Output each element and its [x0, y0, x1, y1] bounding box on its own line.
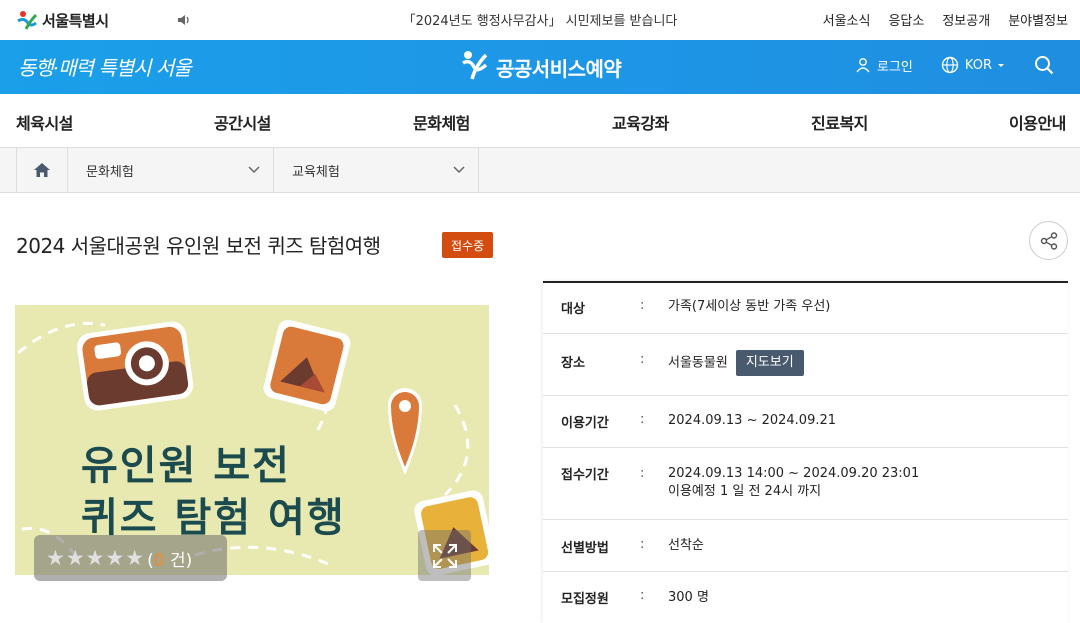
- info-value: 2024.09.13 14:00 ~ 2024.09.20 23:01 이용예정…: [668, 465, 919, 501]
- share-button[interactable]: [1029, 221, 1068, 260]
- view-map-button[interactable]: 지도보기: [735, 350, 804, 376]
- info-colon: :: [640, 588, 645, 603]
- util-link-info-disclosure[interactable]: 정보공개: [942, 10, 990, 29]
- expand-icon: [432, 543, 457, 568]
- application-period: 2024.09.13 14:00 ~ 2024.09.20 23:01: [668, 466, 920, 481]
- info-value: 2024.09.13 ~ 2024.09.21: [668, 413, 837, 428]
- search-icon: [1035, 56, 1054, 75]
- globe-icon: [941, 56, 959, 74]
- status-badge: 접수중: [442, 232, 494, 258]
- service-title: 공공서비스예약: [496, 56, 622, 81]
- utility-links: 서울소식 응답소 정보공개 분야별정보: [823, 10, 1068, 29]
- rating-count: (0 건): [147, 546, 192, 571]
- info-row-target: 대상 : 가족(7세이상 동반 가족 우선): [543, 283, 1068, 334]
- info-colon: :: [640, 298, 645, 313]
- info-row-location: 장소 : 서울동물원 지도보기: [543, 334, 1068, 396]
- util-link-response[interactable]: 응답소: [888, 10, 924, 29]
- site-header: 동행·매력 특별시 서울 공공서비스예약 로그인 KOR: [0, 40, 1080, 94]
- info-colon: :: [640, 352, 645, 367]
- nav-medical-welfare[interactable]: 진료복지: [811, 110, 868, 134]
- info-row-usage-period: 이용기간 : 2024.09.13 ~ 2024.09.21: [543, 396, 1068, 448]
- nav-education-courses[interactable]: 교육강좌: [612, 110, 669, 134]
- language-label: KOR: [964, 57, 992, 73]
- home-icon: [34, 163, 50, 177]
- home-button[interactable]: [16, 148, 68, 192]
- info-label: 대상: [561, 302, 585, 317]
- info-colon: :: [640, 412, 645, 427]
- user-icon: [856, 58, 870, 73]
- breadcrumb-subcategory-select[interactable]: 교육체험: [274, 148, 479, 192]
- program-info-table: 대상 : 가족(7세이상 동반 가족 우선) 장소 : 서울동물원 지도보기 이용…: [543, 281, 1068, 623]
- info-colon: :: [640, 466, 645, 481]
- info-value: 300 명: [668, 590, 709, 605]
- info-label: 이용기간: [561, 416, 609, 431]
- top-utility-bar: 서울특별시 「2024년도 행정사무감사」 시민제보를 받습니다 서울소식 응답…: [0, 0, 1080, 40]
- util-link-field-info[interactable]: 분야별정보: [1008, 10, 1068, 29]
- info-value: 가족(7세이상 동반 가족 우선): [668, 299, 831, 314]
- info-row-selection-method: 선별방법 : 선착순: [543, 520, 1068, 572]
- language-selector[interactable]: KOR: [941, 56, 1006, 74]
- breadcrumb: 문화체험 교육체험: [0, 148, 1080, 193]
- seoul-slogan[interactable]: 동행·매력 특별시 서울: [18, 52, 192, 81]
- service-symbol-icon: [460, 49, 490, 85]
- util-link-news[interactable]: 서울소식: [823, 10, 871, 29]
- rating-overlay: ★★★★★ (0 건): [34, 535, 227, 581]
- page-title: 2024 서울대공원 유인원 보전 퀴즈 탐험여행: [16, 234, 381, 258]
- login-button[interactable]: 로그인: [855, 56, 913, 75]
- info-label: 장소: [561, 356, 585, 371]
- nav-sports-facilities[interactable]: 체육시설: [16, 110, 73, 134]
- breadcrumb-category-select[interactable]: 문화체험: [68, 148, 274, 192]
- poster-title-line1: 유인원 보전: [81, 443, 291, 489]
- service-logo[interactable]: 공공서비스예약: [460, 49, 622, 85]
- nav-usage-guide[interactable]: 이용안내: [1009, 110, 1066, 134]
- application-deadline-note: 이용예정 1 일 전 24시 까지: [668, 484, 822, 499]
- caret-down-icon: [998, 64, 1004, 67]
- login-label: 로그인: [877, 59, 913, 75]
- info-value: 선착순: [668, 538, 704, 553]
- location-name: 서울동물원: [668, 355, 728, 371]
- main-navigation: 체육시설 공간시설 문화체험 교육강좌 진료복지 이용안내: [0, 94, 1080, 148]
- share-icon: [1040, 231, 1057, 250]
- breadcrumb-subcategory-label: 교육체험: [292, 164, 340, 180]
- info-colon: :: [640, 537, 645, 552]
- chevron-down-icon: [248, 166, 260, 174]
- search-button[interactable]: [1034, 55, 1060, 75]
- info-label: 접수기간: [561, 468, 609, 483]
- rating-close: 건): [164, 550, 193, 571]
- info-row-capacity: 모집정원 : 300 명: [543, 572, 1068, 623]
- rating-stars: ★★★★★: [46, 546, 146, 570]
- nav-space-facilities[interactable]: 공간시설: [214, 110, 271, 134]
- info-value: 서울동물원 지도보기: [668, 350, 804, 376]
- rating-count-number: 0: [153, 550, 165, 571]
- expand-image-button[interactable]: [418, 530, 471, 581]
- chevron-down-icon: [453, 166, 465, 174]
- info-label: 선별방법: [561, 541, 609, 556]
- nav-culture-experience[interactable]: 문화체험: [413, 110, 470, 134]
- header-actions: 로그인 KOR: [827, 55, 1060, 75]
- rating-open: (: [147, 550, 154, 571]
- breadcrumb-category-label: 문화체험: [86, 164, 134, 180]
- info-label: 모집정원: [561, 592, 609, 607]
- info-row-application-period: 접수기간 : 2024.09.13 14:00 ~ 2024.09.20 23:…: [543, 448, 1068, 520]
